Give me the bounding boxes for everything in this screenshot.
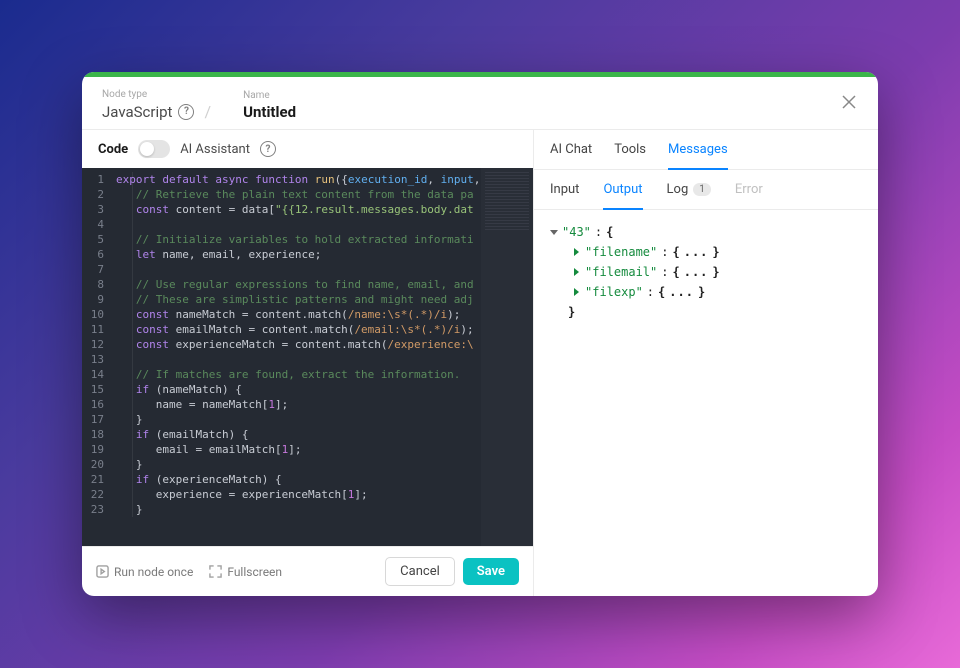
- editor-body[interactable]: export default async function run({execu…: [112, 168, 533, 546]
- node-name[interactable]: Untitled: [243, 103, 296, 121]
- code-line[interactable]: // Use regular expressions to find name,…: [112, 277, 533, 292]
- help-icon[interactable]: ?: [260, 141, 276, 157]
- output-child-node[interactable]: "filename" : {...}: [550, 242, 862, 262]
- close-button[interactable]: [838, 91, 860, 113]
- code-line[interactable]: name = nameMatch[1];: [112, 397, 533, 412]
- code-line[interactable]: [112, 262, 533, 277]
- code-line[interactable]: // If matches are found, extract the inf…: [112, 367, 533, 382]
- output-root-node[interactable]: "43" : {: [550, 222, 862, 242]
- ai-assistant-label: AI Assistant: [180, 142, 250, 157]
- code-line[interactable]: // These are simplistic patterns and mig…: [112, 292, 533, 307]
- caret-right-icon[interactable]: [574, 288, 579, 296]
- code-line[interactable]: const nameMatch = content.match(/name:\s…: [112, 307, 533, 322]
- code-line[interactable]: }: [112, 502, 533, 517]
- fullscreen-button[interactable]: Fullscreen: [209, 565, 282, 579]
- code-editor[interactable]: 1234567891011121314151617181920212223 ex…: [82, 168, 533, 546]
- tab-input[interactable]: Input: [550, 170, 579, 209]
- nodetype-value: JavaScript: [102, 103, 172, 121]
- code-line[interactable]: const content = data["{{12.result.messag…: [112, 202, 533, 217]
- inspector-tabs-primary: AI Chat Tools Messages: [534, 130, 878, 170]
- tab-tools[interactable]: Tools: [614, 130, 646, 169]
- nodetype-label: Node type: [102, 89, 215, 100]
- output-child-node[interactable]: "filexp" : {...}: [550, 282, 862, 302]
- output-key: "43": [562, 222, 591, 242]
- code-line[interactable]: // Retrieve the plain text content from …: [112, 187, 533, 202]
- save-button[interactable]: Save: [463, 558, 519, 585]
- editor-gutter: 1234567891011121314151617181920212223: [82, 168, 112, 546]
- code-line[interactable]: [112, 352, 533, 367]
- help-icon[interactable]: ?: [178, 104, 194, 120]
- code-line[interactable]: email = emailMatch[1];: [112, 442, 533, 457]
- output-tree[interactable]: "43" : { "filename" : {...}"filemail" : …: [534, 210, 878, 596]
- code-line[interactable]: const experienceMatch = content.match(/e…: [112, 337, 533, 352]
- code-pane: Code AI Assistant ? 12345678910111213141…: [82, 130, 534, 596]
- code-pane-footer: Run node once Fullscreen Cancel Save: [82, 546, 533, 596]
- log-count-badge: 1: [693, 183, 711, 196]
- code-line[interactable]: export default async function run({execu…: [112, 172, 533, 187]
- code-line[interactable]: let name, email, experience;: [112, 247, 533, 262]
- code-line[interactable]: experience = experienceMatch[1];: [112, 487, 533, 502]
- code-line[interactable]: if (experienceMatch) {: [112, 472, 533, 487]
- inspector-pane: AI Chat Tools Messages Input Output Log …: [534, 130, 878, 596]
- code-line[interactable]: if (nameMatch) {: [112, 382, 533, 397]
- tab-output[interactable]: Output: [603, 170, 642, 209]
- node-editor-modal: Node type JavaScript ? / Name Untitled C…: [82, 72, 878, 596]
- code-pane-tabs: Code AI Assistant ?: [82, 130, 533, 168]
- output-key: "filename": [585, 242, 657, 262]
- modal-header: Node type JavaScript ? / Name Untitled: [82, 77, 878, 129]
- cancel-button[interactable]: Cancel: [385, 557, 455, 586]
- tab-log[interactable]: Log 1: [667, 170, 711, 209]
- tab-ai-chat[interactable]: AI Chat: [550, 130, 592, 169]
- code-line[interactable]: }: [112, 457, 533, 472]
- caret-down-icon[interactable]: [550, 230, 558, 235]
- tab-code[interactable]: Code: [98, 142, 128, 157]
- tab-messages[interactable]: Messages: [668, 130, 728, 169]
- output-close-brace: }: [550, 302, 862, 322]
- breadcrumb-separator: /: [204, 102, 211, 121]
- fullscreen-label: Fullscreen: [227, 565, 282, 579]
- tab-log-label: Log: [667, 182, 689, 197]
- code-line[interactable]: [112, 217, 533, 232]
- caret-right-icon[interactable]: [574, 248, 579, 256]
- code-line[interactable]: // Initialize variables to hold extracte…: [112, 232, 533, 247]
- output-key: "filexp": [585, 282, 643, 302]
- caret-right-icon[interactable]: [574, 268, 579, 276]
- ai-assistant-toggle[interactable]: [138, 140, 170, 158]
- run-node-once-label: Run node once: [114, 565, 193, 579]
- output-key: "filemail": [585, 262, 657, 282]
- code-line[interactable]: const emailMatch = content.match(/email:…: [112, 322, 533, 337]
- code-line[interactable]: if (emailMatch) {: [112, 427, 533, 442]
- code-line[interactable]: }: [112, 412, 533, 427]
- tab-error[interactable]: Error: [735, 170, 763, 209]
- output-child-node[interactable]: "filemail" : {...}: [550, 262, 862, 282]
- run-node-once-button[interactable]: Run node once: [96, 565, 193, 579]
- name-label: Name: [243, 90, 296, 101]
- inspector-tabs-secondary: Input Output Log 1 Error: [534, 170, 878, 210]
